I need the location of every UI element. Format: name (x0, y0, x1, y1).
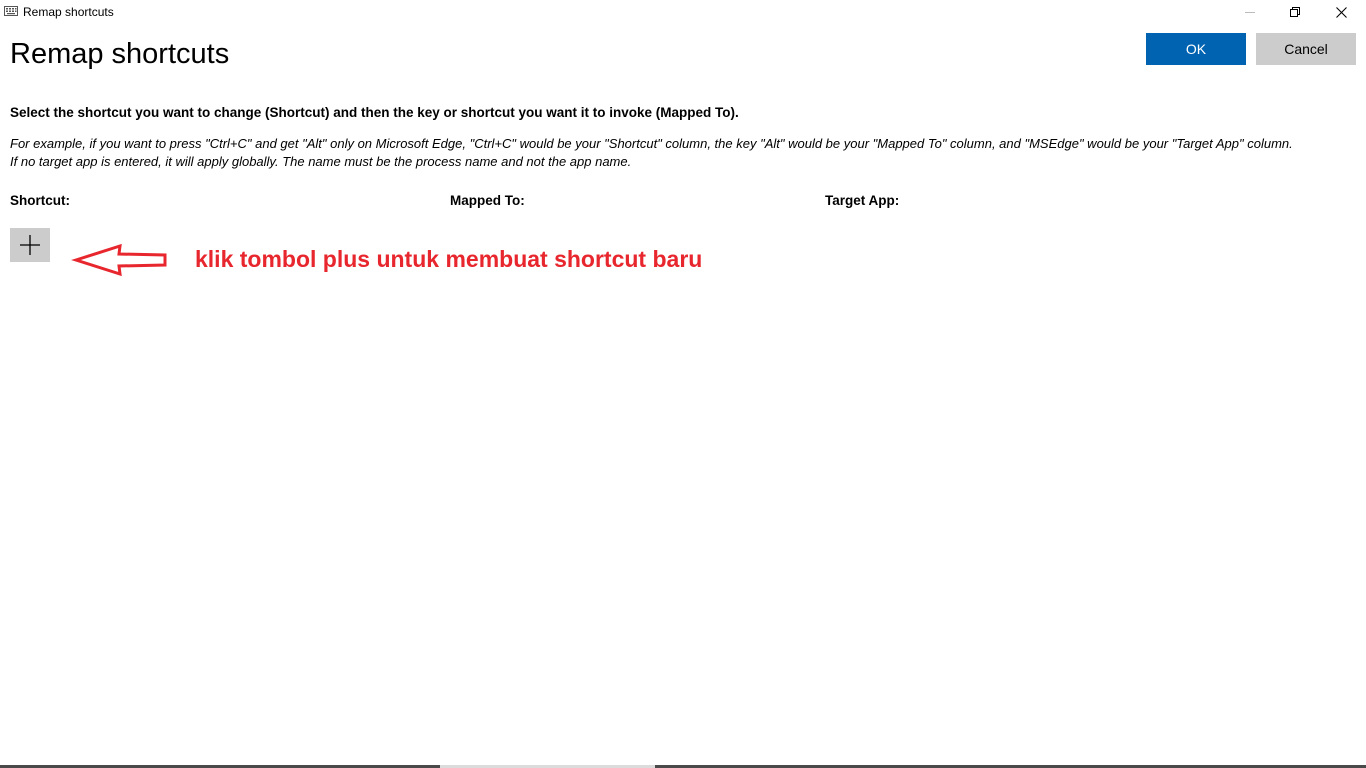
window-title: Remap shortcuts (23, 5, 114, 19)
cancel-button[interactable]: Cancel (1256, 33, 1356, 65)
plus-icon (20, 235, 40, 255)
keyboard-icon (4, 6, 18, 16)
column-header-target-app: Target App: (825, 193, 900, 208)
close-icon (1335, 6, 1347, 18)
remap-shortcuts-window: Remap shortcuts Remap shortcuts OK Cance… (0, 0, 1366, 768)
page-title: Remap shortcuts (10, 38, 230, 70)
minimize-button[interactable] (1227, 0, 1273, 24)
add-shortcut-button[interactable] (10, 228, 50, 262)
title-bar[interactable]: Remap shortcuts (0, 0, 1366, 24)
column-header-shortcut: Shortcut: (10, 193, 70, 208)
restore-icon (1290, 7, 1300, 17)
example-line-1: For example, if you want to press "Ctrl+… (10, 136, 1293, 151)
example-line-2: If no target app is entered, it will app… (10, 154, 632, 169)
left-arrow-icon (71, 243, 167, 277)
close-button[interactable] (1318, 0, 1364, 24)
annotation-text: klik tombol plus untuk membuat shortcut … (195, 246, 703, 272)
instruction-text: Select the shortcut you want to change (… (10, 105, 739, 120)
column-header-mapped-to: Mapped To: (450, 193, 525, 208)
ok-button[interactable]: OK (1146, 33, 1246, 65)
example-text: For example, if you want to press "Ctrl+… (10, 135, 1366, 171)
minimize-icon (1245, 12, 1255, 13)
restore-button[interactable] (1272, 0, 1318, 24)
